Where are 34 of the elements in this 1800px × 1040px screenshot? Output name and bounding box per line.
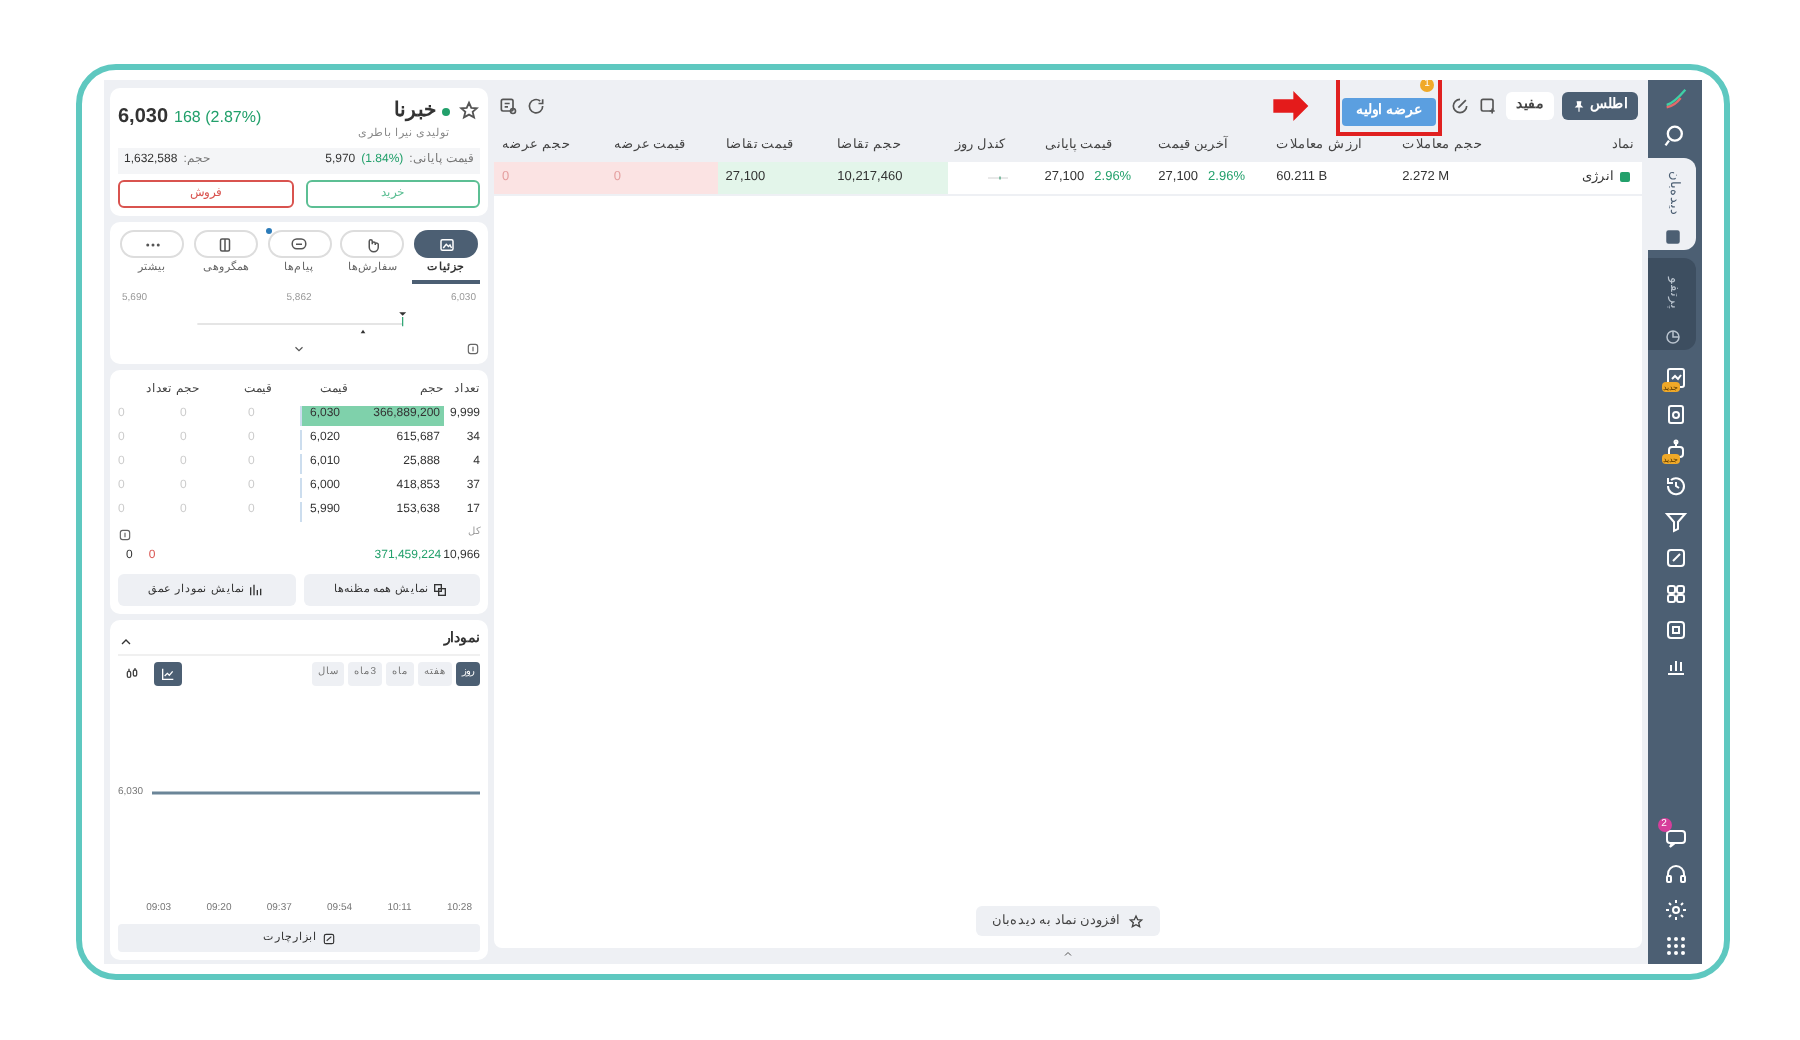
symbol-name: خبرنا <box>394 98 436 126</box>
star-icon[interactable] <box>458 100 480 122</box>
robot-icon[interactable] <box>1663 438 1687 462</box>
headset-icon[interactable] <box>1663 862 1687 886</box>
chevron-icon[interactable] <box>292 342 306 356</box>
add-list-icon[interactable] <box>1478 96 1498 116</box>
pin-icon <box>1572 99 1586 113</box>
line-chart-button[interactable] <box>154 662 182 686</box>
depth-icon <box>248 582 265 598</box>
apps-icon[interactable] <box>1663 934 1687 958</box>
price: 6,030 <box>118 104 169 132</box>
message-icon <box>290 235 308 254</box>
settings-list-icon[interactable] <box>498 96 518 116</box>
refresh-icon[interactable] <box>526 96 546 116</box>
pie-icon <box>1663 328 1681 346</box>
settings-icon[interactable] <box>1663 898 1687 922</box>
clipboard-icon[interactable] <box>1663 402 1687 426</box>
stack-icon <box>432 582 449 598</box>
chat-icon[interactable] <box>1663 826 1687 850</box>
frame-icon[interactable] <box>1663 618 1687 642</box>
document-icon[interactable] <box>1663 366 1687 390</box>
grid-icon[interactable] <box>1663 582 1687 606</box>
hand-icon <box>363 235 382 254</box>
image-icon <box>437 235 455 254</box>
line-chart-icon <box>160 666 176 682</box>
candlestick-icon <box>124 666 140 682</box>
search-icon[interactable] <box>1661 122 1689 150</box>
info-icon[interactable] <box>466 342 480 356</box>
star-plus-icon <box>1128 913 1145 929</box>
info-icon[interactable] <box>118 527 132 541</box>
history-icon[interactable] <box>1663 474 1687 498</box>
price-change: 168 (2.87%) <box>174 105 262 129</box>
edit-chart-icon <box>321 931 335 945</box>
logo-icon <box>1661 84 1689 112</box>
